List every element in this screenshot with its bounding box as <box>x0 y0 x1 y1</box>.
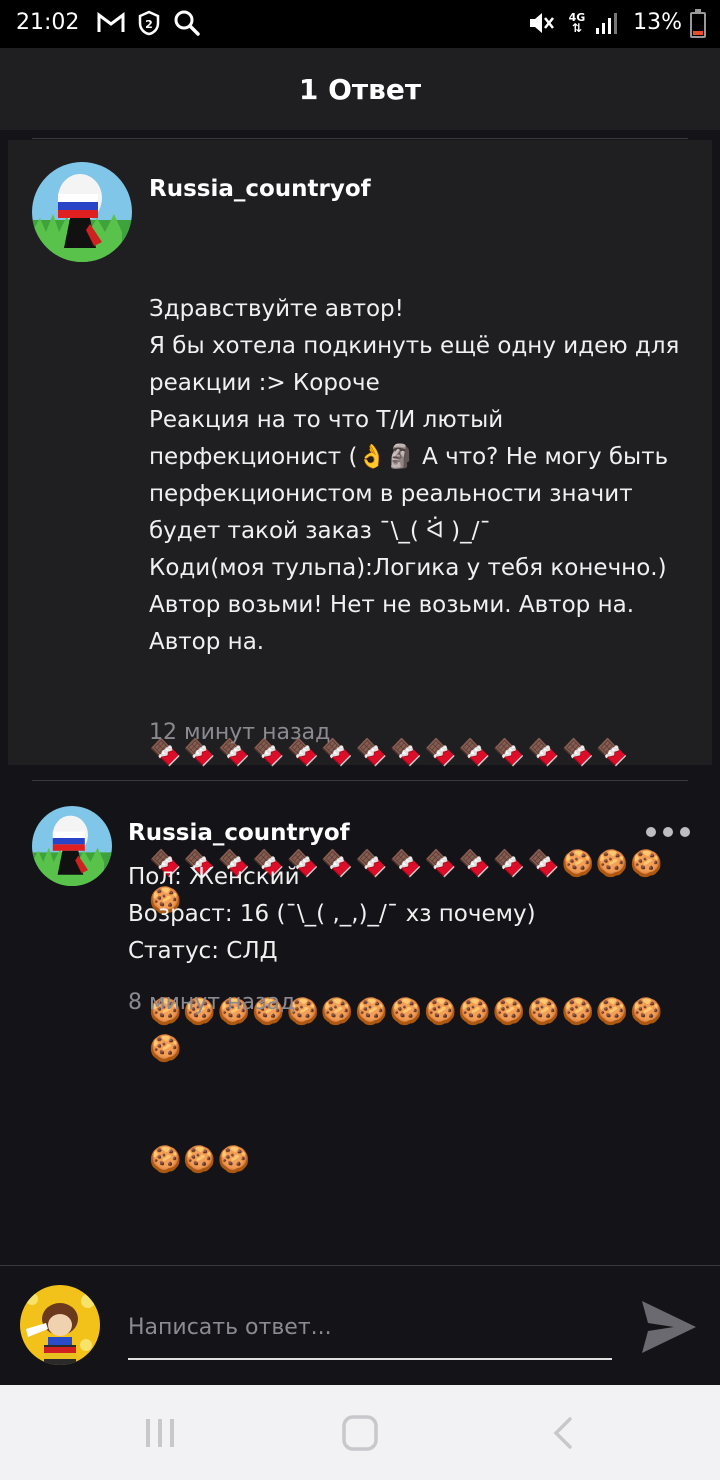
comment-timestamp: 12 минут назад <box>149 720 331 745</box>
comment-body: Пол: Женский Возраст: 16 (¯\_( ,_,)_/¯ х… <box>128 864 536 964</box>
network-icon: 4G ⇅ <box>568 11 586 35</box>
comment-username[interactable]: Russia_countryof <box>149 176 371 202</box>
page-title: 1 Ответ <box>298 72 422 106</box>
header: 1 Ответ <box>0 48 720 130</box>
status-bar: 21:02 2 4G ⇅ 13% <box>0 0 720 48</box>
back-icon[interactable] <box>546 1413 580 1453</box>
mute-icon <box>526 8 556 38</box>
search-icon <box>172 8 202 38</box>
reply-bar <box>0 1265 720 1385</box>
status-time: 21:02 <box>16 10 80 35</box>
battery-icon <box>690 9 706 38</box>
comment-body: Здравствуйте автор! Я бы хотела подкинут… <box>149 296 680 655</box>
avatar[interactable] <box>32 162 132 262</box>
svg-text:2: 2 <box>145 18 153 31</box>
reply-input[interactable] <box>128 1296 612 1360</box>
more-options-icon[interactable] <box>646 820 690 844</box>
home-icon[interactable] <box>340 1413 380 1453</box>
gmail-icon <box>96 8 126 38</box>
comment-item[interactable]: Russia_countryof Здравствуйте автор! Я б… <box>8 140 712 1175</box>
comment-username[interactable]: Russia_countryof <box>128 820 350 846</box>
emoji-line: 🍪🍪🍪 <box>149 1145 253 1175</box>
battery-percent: 13% <box>633 10 682 35</box>
comment-timestamp: 8 минут назад <box>128 990 296 1015</box>
system-nav-bar <box>0 1385 720 1480</box>
send-icon[interactable] <box>640 1299 698 1355</box>
recents-icon[interactable] <box>140 1413 180 1453</box>
divider <box>32 138 688 139</box>
shield-icon: 2 <box>136 8 162 38</box>
user-avatar[interactable] <box>20 1285 100 1365</box>
avatar[interactable] <box>32 806 112 886</box>
divider <box>32 780 688 781</box>
signal-icon <box>594 8 620 38</box>
comment-item[interactable]: Russia_countryof Пол: Женский Возраст: 1… <box>8 782 712 1032</box>
